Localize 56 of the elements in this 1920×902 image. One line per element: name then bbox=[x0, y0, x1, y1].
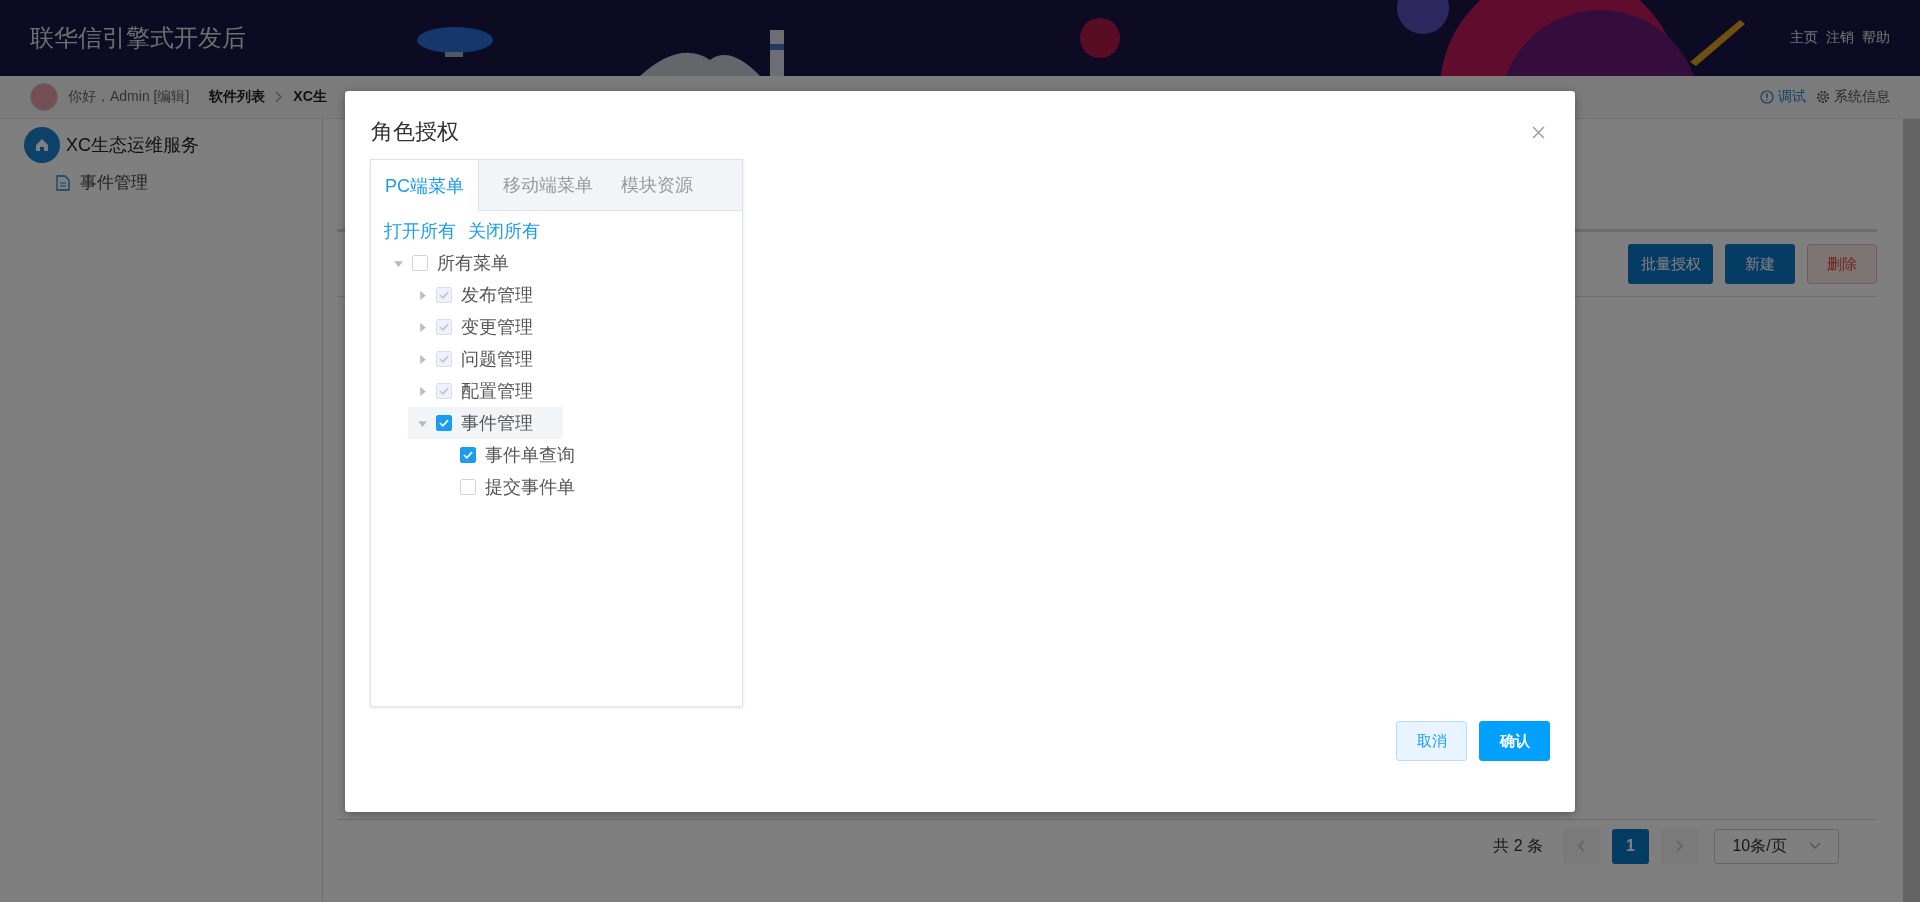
chevron-left-icon bbox=[1577, 840, 1586, 852]
greeting-text: 你好，Admin [编辑] bbox=[68, 88, 190, 106]
checkbox[interactable] bbox=[460, 479, 476, 495]
toolbar-button[interactable]: 删除 bbox=[1807, 244, 1877, 284]
expand-arrow-icon[interactable] bbox=[418, 418, 427, 428]
tree-label: 变更管理 bbox=[461, 316, 533, 339]
expand-arrow-icon[interactable] bbox=[394, 258, 403, 268]
tree-label: 提交事件单 bbox=[485, 476, 575, 499]
header-link[interactable]: 注销 bbox=[1826, 29, 1854, 47]
service-name: XC生态运维服务 bbox=[66, 134, 199, 157]
tree-row[interactable]: 事件单查询 bbox=[432, 439, 605, 471]
breadcrumb-link[interactable]: 软件列表 bbox=[209, 88, 266, 106]
info-icon bbox=[1760, 90, 1774, 104]
tree-label: 事件单查询 bbox=[485, 444, 575, 467]
chevron-icon bbox=[275, 91, 284, 103]
toolbar-link[interactable]: 系统信息 bbox=[1816, 88, 1890, 106]
toolbar-button[interactable]: 新建 bbox=[1725, 244, 1795, 284]
breadcrumb-link[interactable]: XC生 bbox=[293, 88, 327, 106]
settings-icon bbox=[1816, 90, 1830, 104]
tab[interactable]: PC端菜单 bbox=[371, 160, 479, 211]
total-count: 共 2 条 bbox=[1493, 835, 1543, 856]
tree-row[interactable]: 事件管理 bbox=[408, 407, 563, 439]
tree-action-link[interactable]: 关闭所有 bbox=[468, 219, 540, 243]
confirm-button[interactable]: 确认 bbox=[1479, 721, 1550, 761]
cancel-button[interactable]: 取消 bbox=[1396, 721, 1467, 761]
tree-label: 配置管理 bbox=[461, 380, 533, 403]
tree-action-link[interactable]: 打开所有 bbox=[384, 219, 456, 243]
tab[interactable]: 移动端菜单 bbox=[479, 160, 607, 210]
close-icon[interactable] bbox=[1532, 125, 1545, 139]
checkbox[interactable] bbox=[460, 447, 476, 463]
dropdown-caret-icon bbox=[1808, 842, 1821, 850]
checkbox[interactable] bbox=[412, 255, 428, 271]
tree-row[interactable]: 所有菜单 bbox=[384, 247, 539, 279]
tab[interactable]: 模块资源 bbox=[607, 160, 707, 210]
tree-label: 所有菜单 bbox=[437, 252, 509, 275]
previous-page-button[interactable] bbox=[1563, 828, 1600, 864]
avatar-icon bbox=[30, 83, 58, 111]
document-icon bbox=[56, 174, 70, 191]
home-icon bbox=[24, 127, 60, 163]
tree-label: 问题管理 bbox=[461, 348, 533, 371]
toolbar-link[interactable]: 调试 bbox=[1760, 88, 1806, 106]
header-link[interactable]: 帮助 bbox=[1862, 29, 1890, 47]
checkbox[interactable] bbox=[436, 415, 452, 431]
page-size-select[interactable]: 10条/页 bbox=[1714, 828, 1839, 864]
header-link[interactable]: 主页 bbox=[1790, 29, 1818, 47]
sidebar-item[interactable]: 事件管理 bbox=[24, 163, 322, 194]
chevron-right-icon bbox=[1675, 840, 1684, 852]
scrollbar[interactable] bbox=[1903, 119, 1920, 902]
tree-label: 发布管理 bbox=[461, 284, 533, 307]
tree-row[interactable]: 提交事件单 bbox=[432, 471, 605, 503]
toolbar-button[interactable]: 批量授权 bbox=[1628, 244, 1713, 284]
page-button[interactable]: 1 bbox=[1612, 828, 1649, 864]
next-page-button[interactable] bbox=[1661, 828, 1698, 864]
tree-label: 事件管理 bbox=[461, 412, 533, 435]
dialog-title: 角色授权 bbox=[371, 118, 459, 146]
app-title: 联华信引擎式开发后 bbox=[30, 23, 246, 53]
